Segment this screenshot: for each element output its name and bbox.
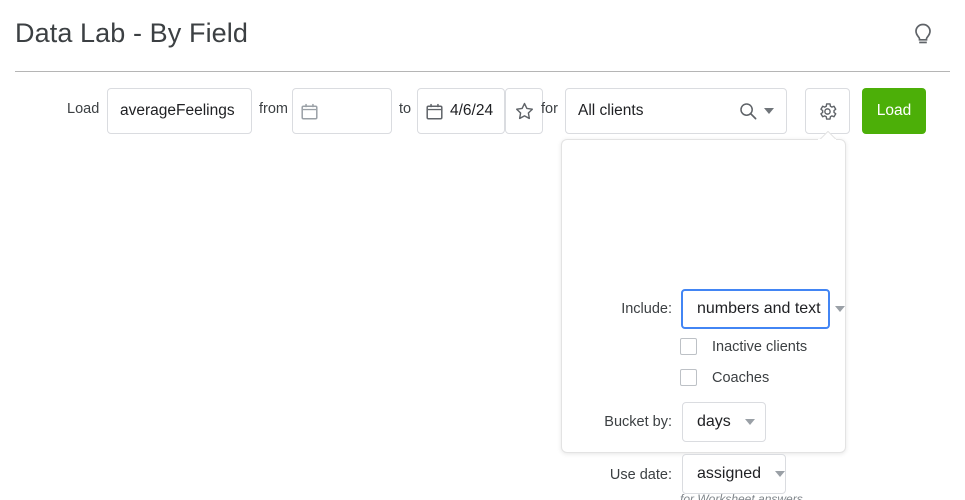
- bucket-by-label: Bucket by:: [604, 414, 672, 430]
- use-date-hint: for Worksheet answers: [680, 492, 803, 500]
- coaches-checkbox-row[interactable]: Coaches: [680, 369, 769, 386]
- settings-popover: Include: numbers and text Inactive clien…: [561, 139, 846, 500]
- metric-value: averageFeelings: [120, 102, 235, 119]
- query-toolbar: Load averageFeelings from to 4/6/24 for …: [0, 88, 965, 136]
- favorite-star-button[interactable]: [505, 88, 543, 134]
- include-select[interactable]: numbers and text: [681, 289, 845, 329]
- for-label: for: [541, 101, 558, 117]
- include-label: Include:: [621, 301, 672, 317]
- client-filter-select[interactable]: All clients: [565, 88, 787, 134]
- to-label: to: [399, 101, 412, 117]
- metric-input[interactable]: averageFeelings: [107, 88, 252, 134]
- chevron-down-icon: [775, 471, 786, 477]
- use-date-select[interactable]: assigned: [682, 454, 786, 494]
- client-filter-value: All clients: [578, 102, 644, 119]
- header-divider: [15, 71, 950, 72]
- page-header: Data Lab - By Field: [0, 0, 965, 72]
- calendar-icon: [301, 103, 318, 120]
- chevron-down-icon[interactable]: [764, 108, 774, 114]
- chevron-down-icon: [745, 419, 755, 425]
- popover-arrow: [818, 131, 836, 140]
- include-value: numbers and text: [697, 300, 821, 317]
- coaches-label: Coaches: [712, 369, 770, 386]
- inactive-clients-label: Inactive clients: [712, 338, 808, 355]
- to-date-input[interactable]: 4/6/24: [417, 88, 505, 134]
- use-date-label: Use date:: [609, 467, 672, 483]
- bucket-by-select[interactable]: days: [682, 402, 766, 442]
- gear-icon: [820, 102, 837, 120]
- lightbulb-icon[interactable]: [902, 14, 944, 56]
- star-icon: [515, 102, 533, 119]
- use-date-value: assigned: [697, 465, 762, 482]
- load-button[interactable]: Load: [862, 88, 926, 134]
- from-label: from: [259, 101, 288, 117]
- search-icon[interactable]: [738, 101, 758, 121]
- page-title: Data Lab - By Field: [15, 18, 249, 48]
- chevron-down-icon: [834, 306, 845, 312]
- load-label: Load: [67, 101, 100, 117]
- app-root: Data Lab - By Field Load averageFeelings…: [0, 0, 965, 500]
- from-date-input[interactable]: [292, 88, 392, 134]
- to-date-value: 4/6/24: [450, 102, 494, 119]
- lightbulb-glyph: [915, 23, 931, 44]
- bucket-by-value: days: [697, 413, 731, 430]
- calendar-icon: [426, 103, 443, 120]
- coaches-checkbox[interactable]: [680, 369, 697, 386]
- inactive-clients-checkbox[interactable]: [680, 338, 697, 355]
- inactive-clients-checkbox-row[interactable]: Inactive clients: [680, 338, 807, 355]
- settings-gear-button[interactable]: [805, 88, 850, 134]
